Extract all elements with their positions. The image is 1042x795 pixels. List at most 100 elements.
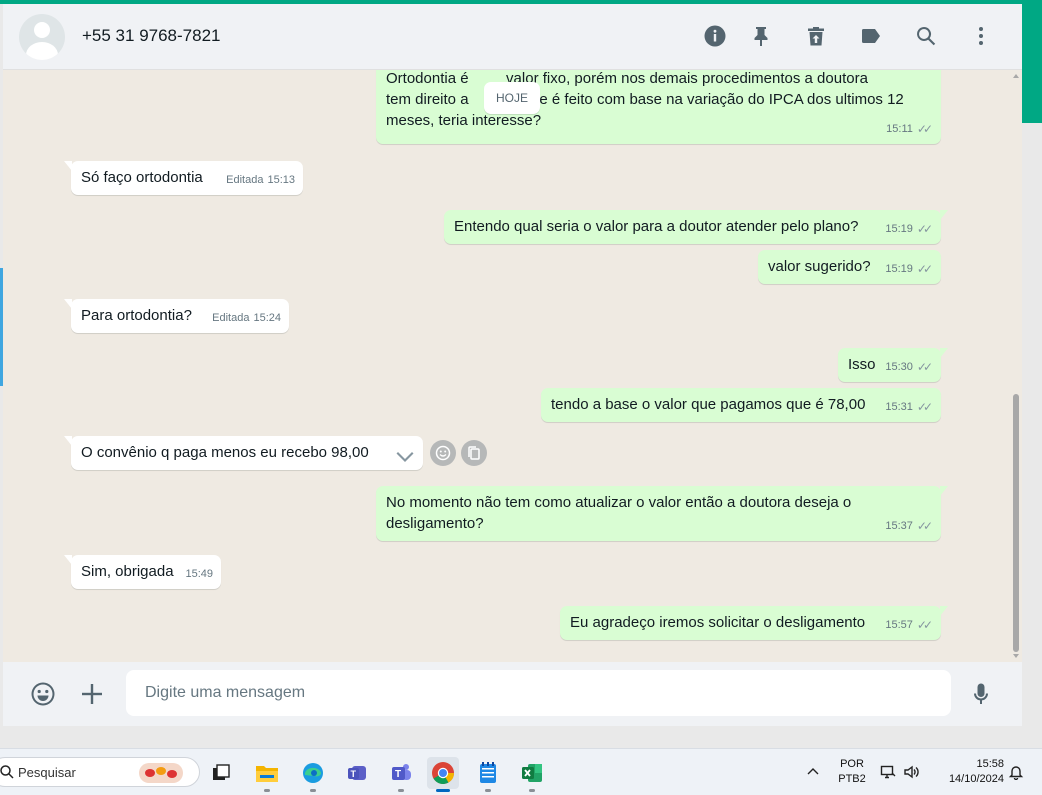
edge-icon[interactable] — [297, 757, 329, 792]
double-check-icon: ✓✓ — [916, 519, 933, 533]
bubble-tail — [64, 161, 72, 171]
message-text: Eu agradeço iremos solicitar o desligame… — [570, 614, 866, 631]
attach-plus-icon[interactable] — [76, 678, 108, 710]
double-check-icon: ✓✓ — [916, 262, 933, 276]
running-indicator — [310, 789, 316, 792]
microphone-icon[interactable] — [965, 678, 997, 710]
keyboard-layout: PTB2 — [838, 773, 866, 785]
message-meta: 15:19 ✓✓ — [885, 259, 933, 280]
background-window-edge — [1022, 0, 1042, 123]
bubble-tail — [64, 299, 72, 309]
delete-icon[interactable] — [802, 22, 830, 50]
search-icon — [0, 764, 15, 780]
chrome-icon[interactable] — [427, 757, 459, 792]
menu-icon[interactable] — [967, 22, 995, 50]
emoji-icon[interactable] — [27, 678, 59, 710]
react-emoji-icon[interactable] — [430, 440, 456, 466]
message-time: 15:19 — [885, 223, 913, 235]
active-indicator — [436, 789, 450, 792]
task-view-icon[interactable] — [205, 757, 237, 789]
message-outgoing[interactable]: Eu agradeço iremos solicitar o desligame… — [560, 606, 948, 640]
message-menu-chevron-icon[interactable] — [395, 448, 417, 464]
message-incoming[interactable]: Sim, obrigada 15:49 — [64, 555, 221, 589]
double-check-icon: ✓✓ — [916, 400, 933, 414]
message-meta: Editada 15:13 — [226, 170, 295, 191]
monitor-network-icon[interactable] — [878, 762, 898, 782]
double-check-icon: ✓✓ — [916, 618, 933, 632]
message-outgoing[interactable]: Entendo qual seria o valor para a doutor… — [444, 210, 948, 244]
scroll-down-arrow-icon[interactable] — [1013, 654, 1019, 658]
notepad-icon[interactable] — [472, 757, 504, 792]
double-check-icon: ✓✓ — [916, 222, 933, 236]
message-list[interactable]: Ortodontia é valor fixo, porém nos demai… — [3, 70, 1022, 662]
message-text: O convênio q paga menos eu recebo 98,00 — [81, 444, 369, 461]
message-outgoing[interactable]: valor sugerido? 15:19 ✓✓ — [758, 250, 941, 284]
whatsapp-window: +55 31 9768-7821 Ortodontia é valor fixo… — [3, 4, 1022, 726]
search-label: Pesquisar — [18, 765, 76, 780]
contact-name[interactable]: +55 31 9768-7821 — [82, 26, 221, 46]
pin-icon[interactable] — [747, 22, 775, 50]
message-meta: 15:57 ✓✓ — [885, 615, 933, 636]
teams-icon[interactable]: T — [385, 757, 417, 792]
bubble-tail — [940, 348, 948, 358]
running-indicator — [485, 789, 491, 792]
search-highlight-decoration — [139, 763, 183, 783]
message-time: 15:31 — [885, 401, 913, 413]
label-icon[interactable] — [857, 22, 885, 50]
file-explorer-icon[interactable] — [251, 757, 283, 792]
message-incoming[interactable]: Para ortodontia? Editada 15:24 — [64, 299, 289, 333]
volume-icon[interactable] — [901, 762, 921, 782]
contact-avatar[interactable] — [19, 14, 65, 60]
language-code: POR — [840, 758, 864, 770]
message-meta: 15:31 ✓✓ — [885, 397, 933, 418]
message-incoming[interactable]: Só faço ortodontia Editada 15:13 — [64, 161, 303, 195]
message-text: Entendo qual seria o valor para a doutor… — [454, 218, 859, 235]
teams-classroom-icon[interactable]: T — [341, 757, 373, 789]
language-indicator[interactable]: POR PTB2 — [835, 757, 869, 787]
copy-icon[interactable] — [461, 440, 487, 466]
search-icon[interactable] — [912, 22, 940, 50]
scrollbar-thumb[interactable] — [1013, 394, 1019, 652]
message-outgoing[interactable]: Ortodontia é valor fixo, porém nos demai… — [376, 70, 948, 144]
taskbar-search-box[interactable]: Pesquisar — [0, 757, 200, 787]
scroll-up-arrow-icon[interactable] — [1013, 74, 1019, 78]
message-outgoing[interactable]: No momento não tem como atualizar o valo… — [376, 486, 948, 541]
message-input[interactable] — [126, 670, 951, 716]
message-meta: 15:11 ✓✓ — [886, 119, 933, 140]
message-time: 15:49 — [185, 568, 213, 580]
message-text: No momento não tem como atualizar o valo… — [386, 494, 852, 532]
message-outgoing[interactable]: Isso 15:30 ✓✓ — [838, 348, 948, 382]
running-indicator — [264, 789, 270, 792]
info-icon[interactable] — [701, 22, 729, 50]
running-indicator — [529, 789, 535, 792]
message-text: Ortodontia é valor fixo, porém nos demai… — [386, 70, 904, 129]
excel-icon[interactable] — [516, 757, 548, 792]
background-window-edge-gray — [1022, 123, 1042, 750]
message-time: 15:57 — [885, 619, 913, 631]
bubble-tail — [940, 70, 948, 72]
bubble-tail — [940, 210, 948, 220]
clock-time: 15:58 — [976, 758, 1004, 770]
message-time: 15:37 — [885, 520, 913, 532]
avatar-head-shape — [34, 22, 50, 38]
message-outgoing[interactable]: tendo a base o valor que pagamos que é 7… — [541, 388, 941, 422]
message-incoming-hovered[interactable]: O convênio q paga menos eu recebo 98,00 — [64, 436, 423, 470]
svg-text:T: T — [395, 769, 401, 780]
message-time: 15:30 — [885, 361, 913, 373]
bubble-tail — [64, 436, 72, 446]
message-meta: 15:19 ✓✓ — [885, 219, 933, 240]
tray-chevron-up-icon[interactable] — [803, 762, 823, 782]
chat-scrollbar[interactable] — [1011, 74, 1021, 658]
clock[interactable]: 15:58 14/10/2024 — [934, 757, 1004, 787]
message-meta: 15:37 ✓✓ — [885, 516, 933, 537]
edited-label: Editada — [226, 174, 264, 186]
message-meta: Editada 15:24 — [212, 308, 281, 329]
message-time: 15:19 — [885, 263, 913, 275]
bubble-tail — [940, 486, 948, 496]
date-chip: HOJE — [484, 82, 541, 114]
edited-label: Editada — [212, 312, 250, 324]
notification-bell-icon[interactable] — [1006, 762, 1026, 782]
message-time: 15:13 — [267, 174, 295, 186]
bubble-tail — [940, 606, 948, 616]
message-meta: 15:49 — [185, 564, 213, 585]
